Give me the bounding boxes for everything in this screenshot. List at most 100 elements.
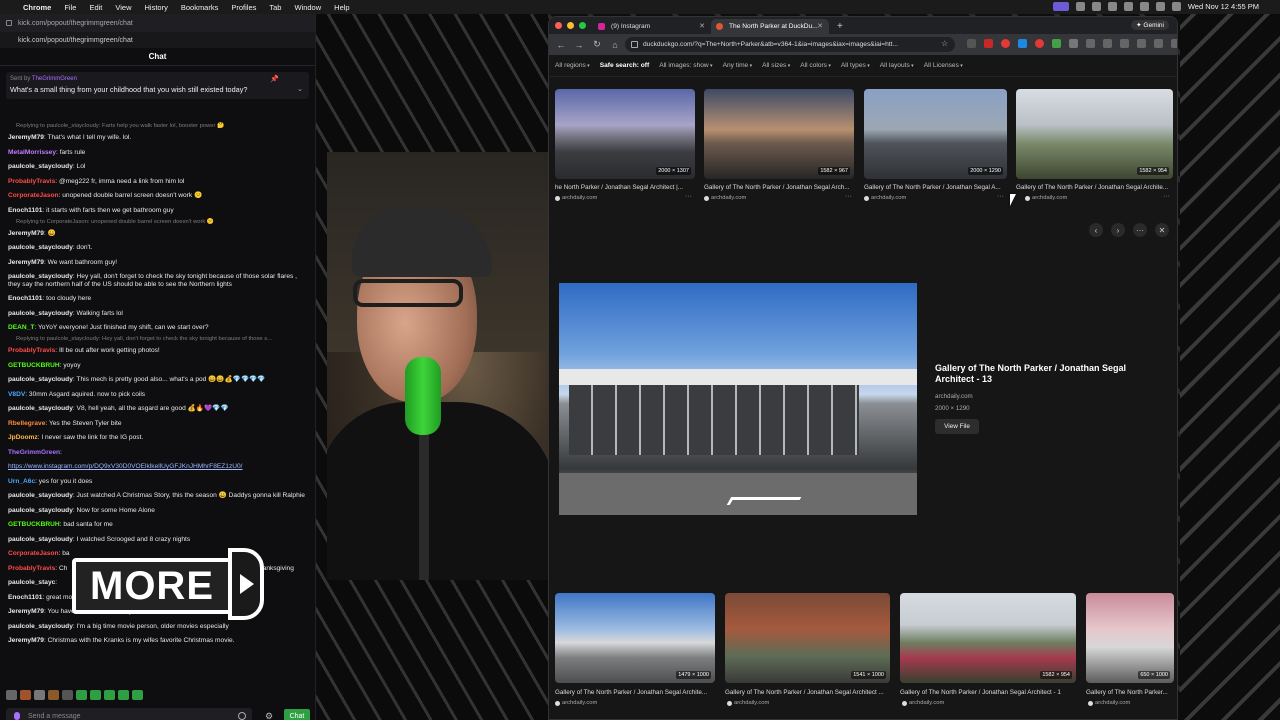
chat-username[interactable]: MetalMorrissey — [8, 149, 56, 156]
image-result[interactable]: 1582 × 954 — [1016, 89, 1173, 179]
wifi-icon[interactable] — [1155, 2, 1165, 11]
chat-username[interactable]: paulcole_staycloudy — [8, 244, 73, 251]
menubar-app-name[interactable]: Chrome — [23, 3, 51, 12]
chat-username[interactable]: Urn_A6c — [8, 478, 35, 485]
forward-icon[interactable]: → — [573, 40, 585, 50]
previous-icon[interactable]: ‹ — [1089, 223, 1103, 237]
chevron-down-icon[interactable]: ⌄ — [297, 85, 303, 93]
emote-icon[interactable] — [6, 690, 17, 700]
image-result[interactable]: 1541 × 1000 — [725, 593, 890, 683]
emote-icon[interactable] — [48, 690, 59, 700]
image-result[interactable]: 2000 × 1307 — [555, 89, 695, 179]
filter-dropdown[interactable]: All colors — [800, 62, 831, 69]
extension-icon[interactable] — [1052, 39, 1061, 48]
chat-username[interactable]: GETBUCKBRUH — [8, 362, 60, 369]
more-options-icon[interactable]: ··· — [685, 193, 692, 200]
chat-username[interactable]: paulcole_staycloudy — [8, 310, 73, 317]
chat-link[interactable]: https://www.instagram.com/p/DQ9xV30D0VOE… — [8, 463, 243, 470]
pinned-message[interactable]: Sent by TheGrimmGreen What's a small thi… — [6, 72, 309, 99]
menu-edit[interactable]: Edit — [89, 3, 102, 12]
image-source[interactable]: archdaily.com — [1025, 195, 1067, 201]
chat-settings-gear-icon[interactable]: ⚙ — [265, 711, 273, 720]
extension-icon[interactable] — [984, 39, 993, 48]
sidepanel-icon[interactable] — [1120, 39, 1129, 48]
image-caption[interactable]: Gallery of The North Parker / Jonathan S… — [555, 689, 715, 696]
filter-dropdown[interactable]: Any time — [723, 62, 753, 69]
status-icon[interactable] — [1091, 2, 1101, 11]
chat-username[interactable]: ProbablyTravis — [8, 178, 55, 185]
emote-icon[interactable] — [34, 690, 45, 700]
menu-tab[interactable]: Tab — [269, 3, 281, 12]
history-icon[interactable] — [1086, 39, 1095, 48]
menu-file[interactable]: File — [64, 3, 76, 12]
emote-icon[interactable] — [62, 690, 73, 700]
chat-username[interactable]: Enoch1101 — [8, 295, 42, 302]
chat-username[interactable]: ProbablyTravis — [8, 565, 55, 572]
chat-username[interactable]: ProbablyTravis — [8, 347, 55, 354]
emote-icon[interactable] — [76, 690, 87, 700]
close-tab-icon[interactable]: ✕ — [699, 22, 705, 30]
image-result[interactable]: 1582 × 954 — [900, 593, 1076, 683]
detail-title[interactable]: Gallery of The North Parker / Jonathan S… — [935, 363, 1155, 385]
chat-username[interactable]: paulcole_staycloudy — [8, 163, 73, 170]
chat-address-row[interactable]: kick.com/popout/thegrimmgreen/chat — [0, 32, 315, 48]
image-source[interactable]: archdaily.com — [864, 195, 906, 201]
extension-icon[interactable] — [967, 39, 976, 48]
menu-help[interactable]: Help — [334, 3, 349, 12]
cast-icon[interactable] — [1137, 39, 1146, 48]
menu-icon[interactable] — [1171, 39, 1177, 48]
chat-username[interactable]: JpDoomz — [8, 434, 38, 441]
pin-icon[interactable]: 📌 — [270, 75, 279, 83]
image-result[interactable]: 2000 × 1290 — [864, 89, 1007, 179]
minimize-window-icon[interactable] — [567, 22, 574, 29]
filter-dropdown[interactable]: All images: show — [659, 62, 712, 69]
emote-icon[interactable] — [104, 690, 115, 700]
image-source[interactable]: archdaily.com — [555, 700, 597, 706]
chat-url-bar[interactable]: kick.com/popout/thegrimmgreen/chat — [0, 14, 315, 32]
chat-username[interactable]: DEAN_T — [8, 324, 34, 331]
maximize-window-icon[interactable] — [579, 22, 586, 29]
image-source[interactable]: archdaily.com — [555, 195, 597, 201]
extension-icon[interactable] — [1018, 39, 1027, 48]
chat-username[interactable]: paulcole_staycloudy — [8, 623, 73, 630]
next-icon[interactable]: › — [1111, 223, 1125, 237]
chat-username[interactable]: V8DV — [8, 391, 25, 398]
chat-send-button[interactable]: Chat — [284, 709, 310, 720]
chat-username[interactable]: paulcole_staycloudy — [8, 536, 73, 543]
image-caption[interactable]: Gallery of The North Parker / Jonathan S… — [864, 184, 1007, 191]
tab-instagram[interactable]: (9) Instagram ✕ — [593, 19, 711, 34]
more-options-icon[interactable]: ··· — [997, 193, 1004, 200]
new-tab-icon[interactable]: + — [837, 21, 843, 32]
battery-icon[interactable] — [1139, 2, 1149, 11]
emoji-icon[interactable] — [238, 712, 246, 720]
chat-username[interactable]: paulcole_staycloudy — [8, 492, 73, 499]
menubar-clock[interactable]: Wed Nov 12 4:55 PM — [1188, 2, 1259, 11]
chat-username[interactable]: GETBUCKBRUH — [8, 521, 60, 528]
image-caption[interactable]: he North Parker / Jonathan Segal Archite… — [555, 184, 695, 191]
chat-username[interactable]: TheGrimmGreen — [8, 449, 60, 456]
extension-icon[interactable] — [1035, 39, 1044, 48]
image-caption[interactable]: Gallery of The North Parker / Jonathan S… — [900, 689, 1076, 696]
more-options-icon[interactable]: ··· — [1163, 193, 1170, 200]
gemini-button[interactable]: ✦ Gemini — [1131, 20, 1169, 30]
menu-view[interactable]: View — [115, 3, 131, 12]
image-caption[interactable]: Gallery of The North Parker / Jonathan S… — [725, 689, 890, 696]
site-info-icon[interactable] — [631, 41, 638, 48]
filter-dropdown[interactable]: All types — [841, 62, 870, 69]
chat-username[interactable]: paulcole_staycloudy — [8, 507, 73, 514]
chat-username[interactable]: JeremyM79 — [8, 230, 44, 237]
filter-dropdown[interactable]: All layouts — [880, 62, 914, 69]
image-source[interactable]: archdaily.com — [1088, 700, 1130, 706]
menu-profiles[interactable]: Profiles — [231, 3, 256, 12]
chat-username[interactable]: Enoch1101 — [8, 207, 42, 214]
emote-icon[interactable] — [20, 690, 31, 700]
download-icon[interactable] — [1103, 39, 1112, 48]
image-source[interactable]: archdaily.com — [727, 700, 769, 706]
bookmark-star-icon[interactable]: ☆ — [941, 39, 948, 48]
emote-icon[interactable] — [132, 690, 143, 700]
address-bar[interactable]: duckduckgo.com/?q=The+North+Parker&atb=v… — [625, 37, 955, 52]
image-result[interactable]: 1479 × 1000 — [555, 593, 715, 683]
close-window-icon[interactable] — [555, 22, 562, 29]
chat-username[interactable]: paulcole_stayc — [8, 579, 55, 586]
chat-username[interactable]: Rbellegrave — [8, 420, 45, 427]
